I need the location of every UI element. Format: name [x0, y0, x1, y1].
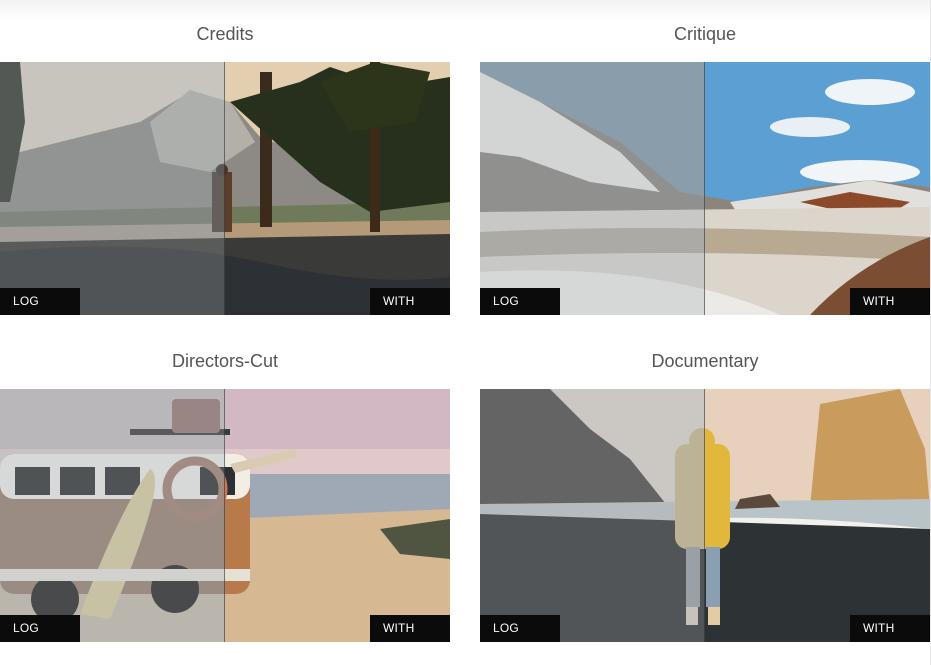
compare-divider-handle[interactable] [704, 62, 705, 315]
compare-divider-handle[interactable] [704, 389, 705, 642]
with-lut-label: WITH LUT [850, 288, 930, 315]
before-after-slider[interactable]: LOG FILE WITH LUT [0, 62, 450, 315]
with-lut-label: WITH LUT [850, 615, 930, 642]
photo-log-half [0, 62, 225, 315]
with-lut-label: WITH LUT [370, 288, 450, 315]
photo-log-half [480, 62, 705, 315]
card-title: Critique [673, 24, 737, 44]
with-lut-label: WITH LUT [370, 615, 450, 642]
card-title: Credits [196, 24, 254, 44]
log-file-label: LOG FILE [0, 615, 80, 642]
log-file-label: LOG FILE [480, 288, 560, 315]
compare-divider-handle[interactable] [224, 389, 225, 642]
before-after-slider[interactable]: LOG FILE WITH LUT [480, 389, 930, 642]
card-title: Directors-Cut [171, 351, 278, 371]
photo-log-half [0, 389, 225, 642]
before-after-slider[interactable]: LOG FILE WITH LUT [0, 389, 450, 642]
compare-divider-handle[interactable] [224, 62, 225, 315]
before-after-slider[interactable]: LOG FILE WITH LUT [480, 62, 930, 315]
log-file-label: LOG FILE [0, 288, 80, 315]
card-title: Documentary [651, 351, 759, 371]
photo-log-half [480, 389, 705, 642]
log-file-label: LOG FILE [480, 615, 560, 642]
